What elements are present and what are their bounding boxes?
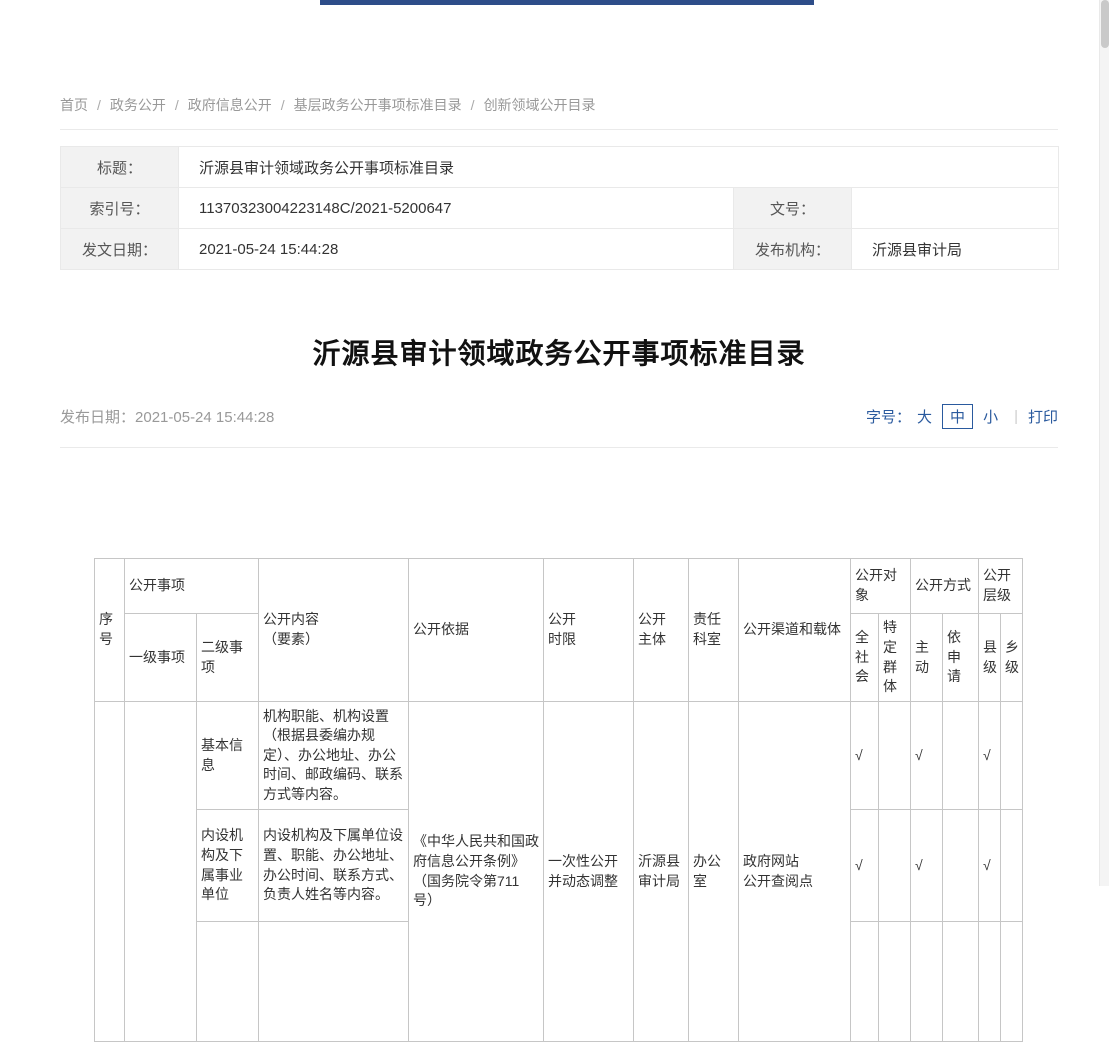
breadcrumb-zhengwu[interactable]: 政务公开 bbox=[110, 97, 166, 113]
cell-county-check bbox=[979, 922, 1001, 1042]
document-info-table: 标题： 沂源县审计领域政务公开事项标准目录 索引号： 1137032300422… bbox=[60, 146, 1059, 270]
header-whole-society: 全社会 bbox=[851, 614, 879, 702]
cell-content: 机构职能、机构设置（根据县委编办规定）、办公地址、办公时间、邮政编码、联系方式等… bbox=[259, 702, 409, 810]
header-on-request: 依申请 bbox=[943, 614, 979, 702]
header-level1: 一级事项 bbox=[125, 614, 197, 702]
page-scrollbar[interactable] bbox=[1099, 0, 1109, 886]
cell-level2: 基本信息 bbox=[197, 702, 259, 810]
scrollbar-thumb[interactable] bbox=[1101, 0, 1109, 48]
cell-whole-society-check: √ bbox=[851, 702, 879, 810]
header-matters: 公开事项 bbox=[125, 559, 259, 614]
breadcrumb-home[interactable]: 首页 bbox=[60, 97, 88, 113]
header-content: 公开内容 （要素） bbox=[259, 559, 409, 702]
breadcrumb-standard-catalog[interactable]: 基层政务公开事项标准目录 bbox=[294, 97, 462, 113]
page-content: 首页 / 政务公开 / 政府信息公开 / 基层政务公开事项标准目录 / 创新领域公开目录 标题：… bbox=[60, 95, 1058, 1042]
cell-on-request-check bbox=[943, 922, 979, 1042]
breadcrumb-gov-info[interactable]: 政府信息公开 bbox=[188, 97, 272, 113]
issue-date-value: 2021-05-24 15:44:28 bbox=[179, 229, 734, 270]
header-basis: 公开依据 bbox=[409, 559, 544, 702]
table-row: 基本信息 机构职能、机构设置（根据县委编办规定）、办公地址、办公时间、邮政编码、… bbox=[95, 702, 1023, 810]
info-row-title: 标题： 沂源县审计领域政务公开事项标准目录 bbox=[61, 147, 1059, 188]
font-size-label: 字号： bbox=[866, 406, 911, 427]
cell-specific-group-check bbox=[879, 922, 911, 1042]
cell-county-check: √ bbox=[979, 810, 1001, 922]
header-department: 责任科室 bbox=[689, 559, 739, 702]
agency-label: 发布机构： bbox=[734, 229, 852, 270]
header-time-limit: 公开 时限 bbox=[544, 559, 634, 702]
index-label: 索引号： bbox=[61, 188, 179, 229]
font-size-large-button[interactable]: 大 bbox=[917, 406, 932, 427]
publish-date: 发布日期：2021-05-24 15:44:28 bbox=[60, 406, 274, 427]
cell-subject: 沂源县审计局 bbox=[634, 702, 689, 1042]
cell-township-check bbox=[1001, 922, 1023, 1042]
cell-active-check: √ bbox=[911, 702, 943, 810]
header-seq: 序号 bbox=[95, 559, 125, 702]
breadcrumb-separator: / bbox=[175, 97, 179, 113]
breadcrumb: 首页 / 政务公开 / 政府信息公开 / 基层政务公开事项标准目录 / 创新领域公开目录 bbox=[60, 95, 1058, 130]
table-header-row-1: 序号 公开事项 公开内容 （要素） 公开依据 公开 时限 公开 主体 责任科室 … bbox=[95, 559, 1023, 614]
breadcrumb-innovation-catalog[interactable]: 创新领域公开目录 bbox=[484, 97, 596, 113]
font-size-medium-button[interactable]: 中 bbox=[942, 404, 973, 429]
info-row-index: 索引号： 11370323004223148C/2021-5200647 文号： bbox=[61, 188, 1059, 229]
cell-specific-group-check bbox=[879, 702, 911, 810]
publish-date-label: 发布日期： bbox=[60, 409, 135, 426]
header-active: 主动 bbox=[911, 614, 943, 702]
header-method: 公开方式 bbox=[911, 559, 979, 614]
cell-level2 bbox=[197, 922, 259, 1042]
breadcrumb-separator: / bbox=[281, 97, 285, 113]
cell-content bbox=[259, 922, 409, 1042]
top-nav-bar-remnant bbox=[320, 0, 814, 5]
header-channel: 公开渠道和载体 bbox=[739, 559, 851, 702]
doc-number-value bbox=[852, 188, 1059, 229]
cell-township-check bbox=[1001, 810, 1023, 922]
breadcrumb-separator: / bbox=[471, 97, 475, 113]
article-meta: 发布日期：2021-05-24 15:44:28 字号： 大 中 小 | 打印 bbox=[60, 404, 1058, 448]
title-label: 标题： bbox=[61, 147, 179, 188]
cell-whole-society-check bbox=[851, 922, 879, 1042]
header-specific-group: 特定群体 bbox=[879, 614, 911, 702]
print-button[interactable]: 打印 bbox=[1028, 406, 1058, 427]
publish-date-value: 2021-05-24 15:44:28 bbox=[135, 409, 274, 426]
cell-county-check: √ bbox=[979, 702, 1001, 810]
cell-basis: 《中华人民共和国政府信息公开条例》（国务院令第711号） bbox=[409, 702, 544, 1042]
cell-on-request-check bbox=[943, 810, 979, 922]
cell-whole-society-check: √ bbox=[851, 810, 879, 922]
header-level2: 二级事项 bbox=[197, 614, 259, 702]
header-county: 县级 bbox=[979, 614, 1001, 702]
cell-specific-group-check bbox=[879, 810, 911, 922]
article-tools: 字号： 大 中 小 | 打印 bbox=[866, 404, 1058, 429]
cell-level2: 内设机构及下属事业单位 bbox=[197, 810, 259, 922]
cell-channel: 政府网站 公开查阅点 bbox=[739, 702, 851, 1042]
index-value: 11370323004223148C/2021-5200647 bbox=[179, 188, 734, 229]
breadcrumb-separator: / bbox=[97, 97, 101, 113]
info-row-date: 发文日期： 2021-05-24 15:44:28 发布机构： 沂源县审计局 bbox=[61, 229, 1059, 270]
cell-level1 bbox=[125, 702, 197, 1042]
cell-time-limit: 一次性公开 并动态调整 bbox=[544, 702, 634, 1042]
page-title: 沂源县审计领域政务公开事项标准目录 bbox=[60, 332, 1058, 372]
title-value: 沂源县审计领域政务公开事项标准目录 bbox=[179, 147, 1059, 188]
cell-on-request-check bbox=[943, 702, 979, 810]
cell-department: 办公室 bbox=[689, 702, 739, 1042]
header-audience: 公开对象 bbox=[851, 559, 911, 614]
issue-date-label: 发文日期： bbox=[61, 229, 179, 270]
cell-content: 内设机构及下属单位设置、职能、办公地址、办公时间、联系方式、负责人姓名等内容。 bbox=[259, 810, 409, 922]
cell-active-check bbox=[911, 922, 943, 1042]
agency-value: 沂源县审计局 bbox=[852, 229, 1059, 270]
doc-number-label: 文号： bbox=[734, 188, 852, 229]
font-size-small-button[interactable]: 小 bbox=[983, 406, 998, 427]
header-level: 公开层级 bbox=[979, 559, 1023, 614]
disclosure-catalog-table: 序号 公开事项 公开内容 （要素） 公开依据 公开 时限 公开 主体 责任科室 … bbox=[94, 558, 1023, 1042]
header-township: 乡级 bbox=[1001, 614, 1023, 702]
header-subject: 公开 主体 bbox=[634, 559, 689, 702]
tools-divider: | bbox=[1014, 408, 1018, 425]
cell-seq bbox=[95, 702, 125, 1042]
cell-active-check: √ bbox=[911, 810, 943, 922]
cell-township-check bbox=[1001, 702, 1023, 810]
